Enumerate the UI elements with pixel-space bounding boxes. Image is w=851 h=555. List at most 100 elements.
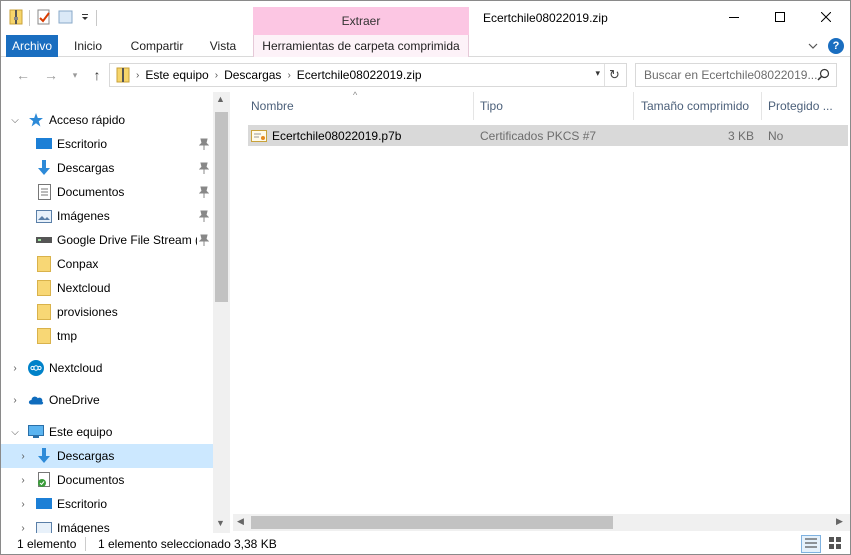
scroll-down-icon[interactable]: ▼ [216, 518, 225, 528]
scroll-up-icon[interactable]: ▲ [216, 94, 225, 104]
column-header-protected[interactable]: Protegido ... [768, 92, 848, 120]
nav-label: OneDrive [49, 393, 100, 407]
nav-label: Descargas [57, 449, 115, 463]
column-header-name[interactable]: Nombre [251, 92, 471, 120]
nav-item-tmp[interactable]: tmp [1, 324, 213, 348]
maximize-button[interactable] [757, 1, 803, 35]
nav-pc-documentos[interactable]: › Documentos [1, 468, 213, 492]
pictures-icon [36, 208, 52, 224]
nav-pc-escritorio[interactable]: › Escritorio [1, 492, 213, 516]
nav-onedrive[interactable]: › OneDrive [1, 388, 213, 412]
column-divider[interactable] [761, 92, 762, 120]
scroll-left-icon[interactable]: ◀ [237, 516, 244, 527]
status-selected: 1 elemento seleccionado [98, 536, 231, 551]
column-divider[interactable] [473, 92, 474, 120]
folder-icon [36, 304, 52, 320]
scroll-right-icon[interactable]: ▶ [836, 516, 843, 527]
status-separator [85, 536, 86, 551]
tab-compartir[interactable]: Compartir [123, 35, 191, 57]
large-icons-view-button[interactable] [825, 535, 845, 553]
chevron-down-icon[interactable]: ⌵ [9, 426, 21, 438]
nav-label: Documentos [57, 473, 125, 487]
minimize-button[interactable] [711, 1, 757, 35]
status-bar: 1 elemento 1 elemento seleccionado 3,38 … [1, 533, 850, 554]
pictures-icon [36, 520, 52, 533]
tab-inicio[interactable]: Inicio [63, 35, 113, 57]
expand-ribbon-icon[interactable] [808, 39, 818, 53]
search-icon[interactable] [817, 68, 830, 84]
scroll-thumb[interactable] [215, 112, 228, 302]
customize-toolbar-icon[interactable] [80, 11, 90, 25]
recent-locations-button[interactable]: ▾ [65, 64, 85, 86]
chevron-right-icon[interactable]: › [17, 474, 29, 486]
breadcrumb-este-equipo[interactable]: Este equipo [141, 68, 212, 82]
nav-item-documentos[interactable]: Documentos [1, 180, 213, 204]
breadcrumb-descargas[interactable]: Descargas [220, 68, 285, 82]
close-button[interactable] [803, 1, 849, 35]
file-horizontal-scrollbar[interactable]: ◀ ▶ [233, 514, 850, 531]
nav-item-imagenes[interactable]: Imágenes [1, 204, 213, 228]
nav-label: Nextcloud [49, 361, 103, 375]
tab-vista[interactable]: Vista [201, 35, 245, 57]
chevron-right-icon[interactable]: › [9, 394, 21, 406]
scroll-thumb[interactable] [251, 516, 613, 529]
new-folder-icon[interactable] [58, 9, 74, 28]
back-button[interactable]: ← [13, 64, 33, 86]
nav-label: Imágenes [57, 209, 110, 223]
nav-this-pc[interactable]: ⌵ Este equipo [1, 420, 213, 444]
nav-pc-descargas[interactable]: › Descargas [1, 444, 213, 468]
nav-nextcloud[interactable]: › Nextcloud [1, 356, 213, 380]
refresh-icon[interactable]: ↻ [604, 64, 624, 86]
file-name: Ecertchile08022019.p7b [272, 128, 402, 143]
document-icon [36, 184, 52, 200]
ribbon-tabs: Archivo Inicio Compartir Vista Herramien… [1, 35, 850, 57]
tab-archivo[interactable]: Archivo [6, 35, 58, 57]
address-bar[interactable]: › Este equipo › Descargas › Ecertchile08… [109, 63, 627, 87]
pin-icon [199, 234, 209, 246]
computer-icon [28, 424, 44, 440]
forward-button[interactable]: → [41, 64, 61, 86]
details-view-button[interactable] [801, 535, 821, 553]
nav-label: Imágenes [57, 521, 110, 533]
properties-icon[interactable] [36, 9, 52, 28]
help-icon[interactable]: ? [828, 38, 844, 54]
column-header-compressed-size[interactable]: Tamaño comprimido [641, 92, 761, 120]
address-row: ← → ▾ ↑ › Este equipo › Descargas › Ecer… [1, 58, 850, 92]
document-synced-icon [36, 472, 52, 488]
chevron-right-icon[interactable]: › [17, 450, 29, 462]
chevron-right-icon[interactable]: › [17, 498, 29, 510]
search-input[interactable]: Buscar en Ecertchile08022019.... [635, 63, 837, 87]
up-button[interactable]: ↑ [87, 64, 107, 86]
nav-quick-access[interactable]: ⌵ Acceso rápido [1, 108, 213, 132]
navigation-pane: ⌵ Acceso rápido Escritorio Descargas Doc… [1, 92, 230, 533]
nav-pc-imagenes[interactable]: › Imágenes [1, 516, 213, 533]
chevron-right-icon[interactable]: › [9, 362, 21, 374]
nav-item-google-drive[interactable]: Google Drive File Stream (G: [1, 228, 213, 252]
address-dropdown-icon[interactable]: ▾ [595, 68, 600, 79]
file-protected: No [768, 128, 784, 143]
nav-item-descargas[interactable]: Descargas [1, 156, 213, 180]
tab-compressed-folder-tools[interactable]: Herramientas de carpeta comprimida [253, 35, 469, 57]
breadcrumb-zip[interactable]: Ecertchile08022019.zip [293, 68, 426, 82]
pin-icon [199, 210, 209, 222]
column-divider[interactable] [633, 92, 634, 120]
chevron-down-icon[interactable]: ⌵ [9, 114, 21, 126]
nav-item-escritorio[interactable]: Escritorio [1, 132, 213, 156]
file-list: ^ Nombre Tipo Tamaño comprimido Protegid… [233, 90, 850, 533]
arrow-left-icon: ← [16, 67, 30, 83]
nav-item-nextcloud-folder[interactable]: Nextcloud [1, 276, 213, 300]
chevron-right-icon[interactable]: › [17, 522, 29, 534]
ribbon-controls: ? [808, 38, 844, 54]
nav-item-provisiones[interactable]: provisiones [1, 300, 213, 324]
breadcrumb-separator-icon: › [287, 69, 291, 81]
large-icons-view-icon [829, 536, 841, 552]
folder-icon [36, 256, 52, 272]
desktop-icon [36, 136, 52, 152]
pin-icon [199, 138, 209, 150]
nav-item-conpax[interactable]: Conpax [1, 252, 213, 276]
column-header-type[interactable]: Tipo [480, 92, 630, 120]
table-row[interactable]: Ecertchile08022019.p7b Certificados PKCS… [248, 125, 848, 146]
window-title: Ecertchile08022019.zip [483, 11, 608, 25]
zip-folder-icon[interactable] [9, 9, 23, 28]
nav-vertical-scrollbar[interactable]: ▲ ▼ [213, 92, 230, 533]
